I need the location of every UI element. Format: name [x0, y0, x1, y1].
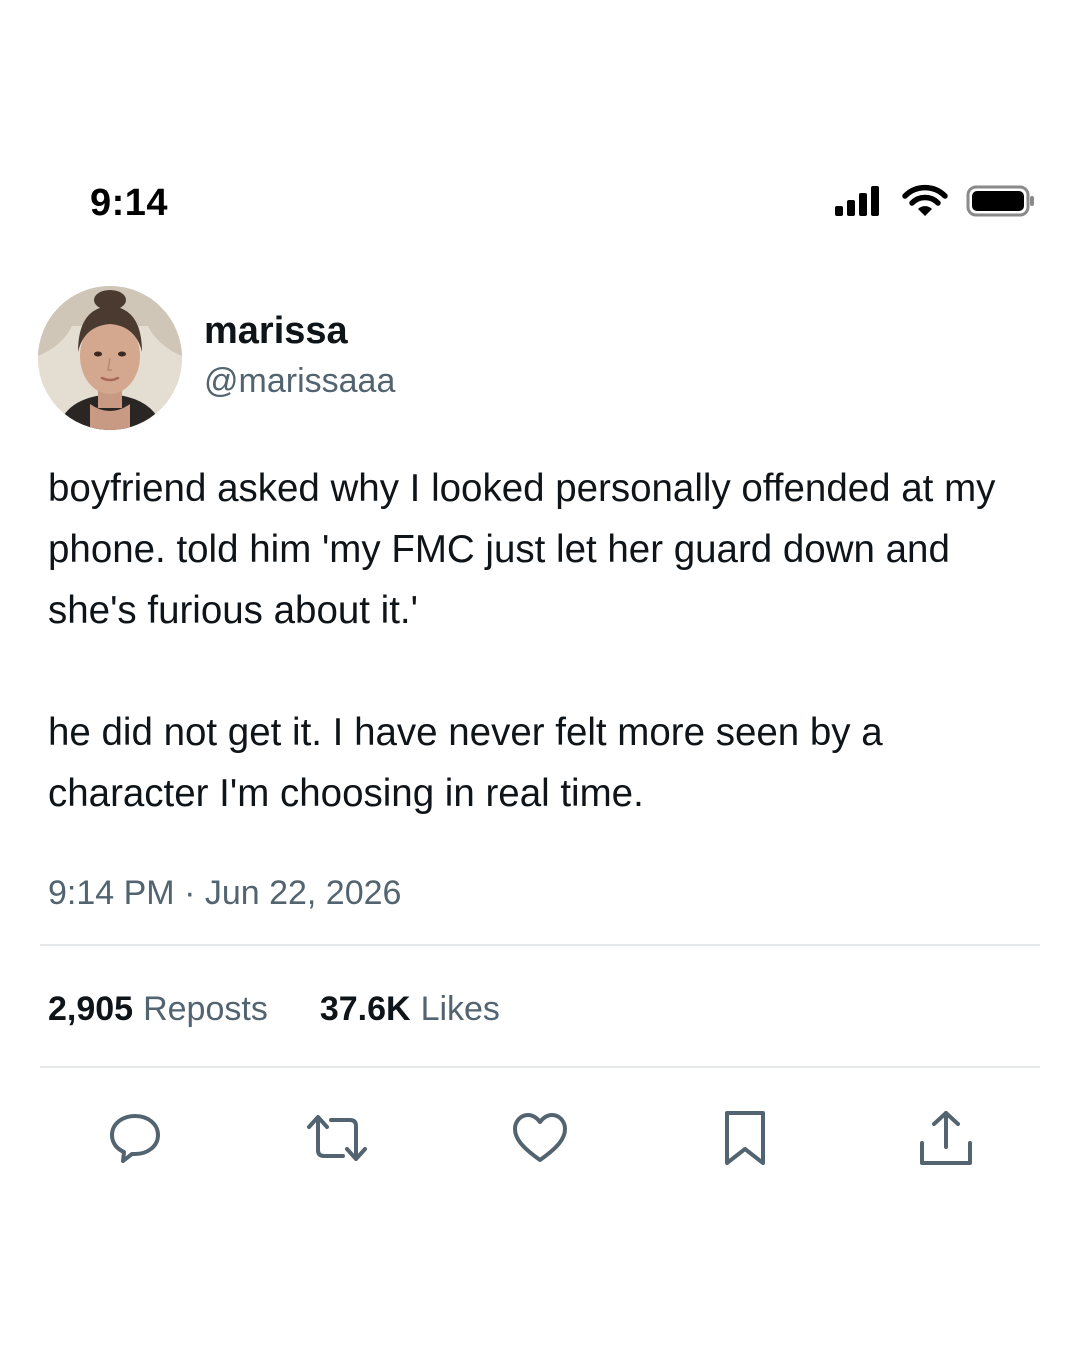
display-name[interactable]: marissa	[204, 309, 395, 353]
share-button[interactable]	[916, 1108, 976, 1168]
post-text: boyfriend asked why I looked personally …	[48, 458, 1038, 824]
engagement-stats: 2,905 Reposts 37.6K Likes	[48, 986, 500, 1032]
divider	[40, 1066, 1040, 1068]
action-bar	[0, 1108, 1080, 1168]
handle[interactable]: @marissaaa	[204, 359, 395, 403]
share-icon	[917, 1109, 975, 1167]
post-header: marissa @marissaaa	[38, 285, 395, 431]
reply-icon	[107, 1110, 163, 1166]
author-names: marissa @marissaaa	[204, 310, 395, 403]
wifi-icon	[902, 184, 948, 218]
status-bar: 9:14	[0, 178, 1080, 230]
divider	[40, 944, 1040, 946]
bookmark-button[interactable]	[715, 1108, 775, 1168]
battery-icon	[966, 184, 1036, 218]
reply-button[interactable]	[105, 1108, 165, 1168]
likes-stat[interactable]: 37.6K Likes	[320, 986, 500, 1032]
post-timestamp[interactable]: 9:14 PM · Jun 22, 2026	[48, 872, 401, 914]
reposts-count: 2,905	[48, 990, 134, 1028]
bookmark-icon	[721, 1109, 769, 1167]
reposts-label: Reposts	[143, 990, 268, 1028]
reposts-stat[interactable]: 2,905 Reposts	[48, 986, 268, 1032]
avatar[interactable]	[38, 286, 182, 430]
likes-count: 37.6K	[319, 990, 411, 1028]
status-time: 9:14	[90, 182, 169, 224]
heart-icon	[511, 1110, 569, 1166]
likes-label: Likes	[420, 990, 500, 1028]
post-paragraph: boyfriend asked why I looked personally …	[48, 467, 996, 632]
repost-button[interactable]	[307, 1108, 367, 1168]
repost-icon	[305, 1110, 369, 1166]
cellular-signal-icon	[834, 184, 884, 218]
like-button[interactable]	[510, 1108, 570, 1168]
post-paragraph: he did not get it. I have never felt mor…	[48, 711, 883, 815]
status-icons	[834, 184, 1036, 218]
